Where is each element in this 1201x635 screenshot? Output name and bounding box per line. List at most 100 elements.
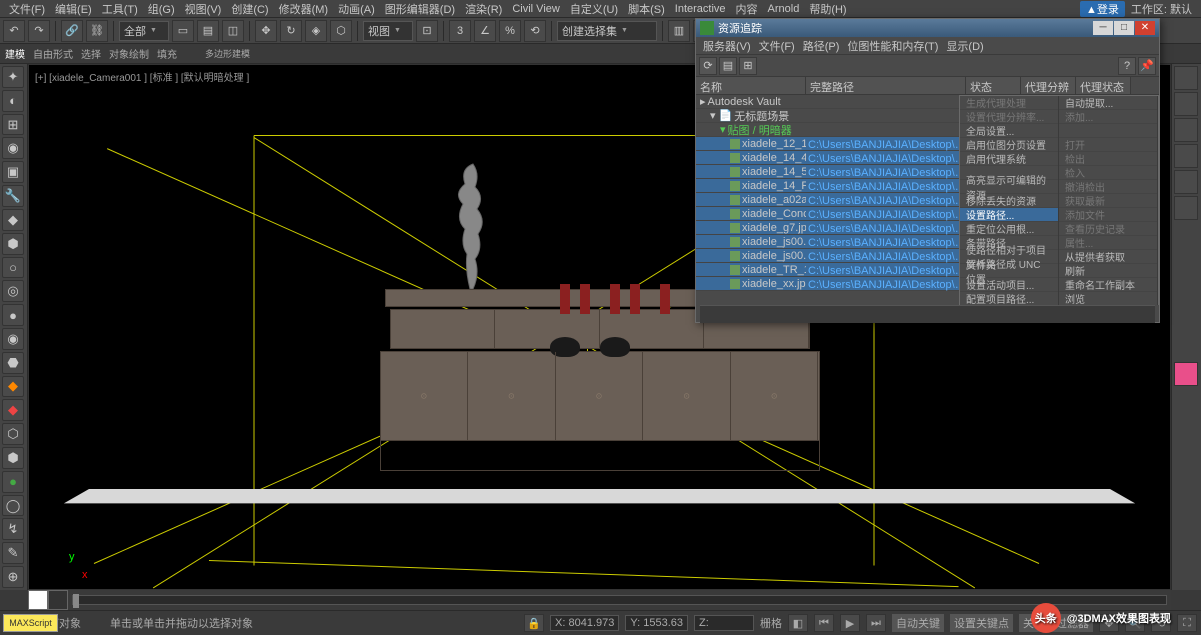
play-next-icon[interactable]: ⏭: [866, 614, 886, 632]
selection-set-dropdown[interactable]: 创建选择集: [557, 21, 657, 41]
menu-help[interactable]: 帮助(H): [805, 0, 850, 18]
time-track[interactable]: [72, 595, 1167, 605]
ctx-item[interactable]: 自动提取...: [1059, 96, 1157, 110]
undo-button[interactable]: ↶: [3, 20, 25, 42]
ribbon-selection[interactable]: 选择: [81, 46, 101, 61]
cp-modify-icon[interactable]: [1174, 92, 1198, 116]
autokey-button[interactable]: 自动关键: [892, 614, 944, 632]
coord-z[interactable]: Z:: [694, 615, 754, 631]
mirror-button[interactable]: ▥: [668, 20, 690, 42]
lt-icon-12[interactable]: ◉: [2, 328, 24, 350]
lt-icon-8[interactable]: ⬢: [2, 233, 24, 255]
maximize-button[interactable]: □: [1114, 21, 1134, 35]
at-menu-bitmap[interactable]: 位图性能和内存(T): [844, 38, 941, 54]
at-menu-file[interactable]: 文件(F): [756, 38, 798, 54]
ctx-item[interactable]: 从提供者获取: [1059, 250, 1157, 264]
lt-icon-13[interactable]: ⬣: [2, 352, 24, 374]
ctx-item[interactable]: 打开: [1059, 138, 1157, 152]
ctx-item[interactable]: 撤消检出: [1059, 180, 1157, 194]
lt-icon-20[interactable]: ↯: [2, 518, 24, 540]
ctx-item[interactable]: 属性...: [1059, 236, 1157, 250]
ctx-item[interactable]: 检入: [1059, 166, 1157, 180]
select-button[interactable]: ▭: [172, 20, 194, 42]
ctx-item[interactable]: 全局设置...: [960, 124, 1058, 138]
lt-display-icon[interactable]: ▣: [2, 161, 24, 183]
snap-button[interactable]: 3: [449, 20, 471, 42]
menu-render[interactable]: 渲染(R): [461, 0, 506, 18]
lt-icon-16[interactable]: ⬡: [2, 423, 24, 445]
nav-max-icon[interactable]: ⛶: [1177, 614, 1197, 632]
unlink-button[interactable]: ⛓: [86, 20, 108, 42]
login-button[interactable]: ▲登录: [1080, 1, 1125, 17]
lt-hierarchy-icon[interactable]: ⊞: [2, 114, 24, 136]
lt-icon-17[interactable]: ⬢: [2, 447, 24, 469]
ctx-item[interactable]: [1059, 124, 1157, 138]
menu-animation[interactable]: 动画(A): [334, 0, 379, 18]
coord-x[interactable]: X: 8041.973: [550, 615, 619, 631]
ctx-item[interactable]: 生成代理处理: [960, 96, 1058, 110]
ctx-item[interactable]: 启用位图分页设置: [960, 138, 1058, 152]
ctx-item[interactable]: 解析路径成 UNC 位置: [960, 264, 1058, 278]
at-titlebar[interactable]: 资源追踪 ─ □ ✕: [696, 19, 1159, 37]
lt-icon-15[interactable]: ◆: [2, 399, 24, 421]
ribbon-modeling[interactable]: 建模: [5, 46, 25, 61]
menu-custom[interactable]: 自定义(U): [566, 0, 622, 18]
link-button[interactable]: 🔗: [61, 20, 83, 42]
ctx-item[interactable]: 检出: [1059, 152, 1157, 166]
ctx-item[interactable]: 刷新: [1059, 264, 1157, 278]
filter-dropdown[interactable]: 全部: [119, 21, 169, 41]
percent-snap-button[interactable]: %: [499, 20, 521, 42]
ctx-item[interactable]: 配置项目路径...: [960, 292, 1058, 305]
cp-hierarchy-icon[interactable]: [1174, 118, 1198, 142]
select-region-button[interactable]: ◫: [222, 20, 244, 42]
color-swatch[interactable]: [1174, 362, 1198, 386]
lt-icon-21[interactable]: ✎: [2, 542, 24, 564]
lt-utilities-icon[interactable]: 🔧: [2, 185, 24, 207]
lt-modify-icon[interactable]: ◐: [2, 90, 24, 112]
time-slider[interactable]: 0 / 100: [28, 590, 1171, 610]
play-icon[interactable]: ▶: [840, 614, 860, 632]
rotate-button[interactable]: ↻: [280, 20, 302, 42]
setkey-button[interactable]: 设置关键点: [950, 614, 1013, 632]
ctx-item[interactable]: 获取最新: [1059, 194, 1157, 208]
lt-icon-22[interactable]: ⊕: [2, 566, 24, 588]
lt-icon-9[interactable]: ○: [2, 257, 24, 279]
menu-modifiers[interactable]: 修改器(M): [275, 0, 333, 18]
menu-arnold[interactable]: Arnold: [764, 2, 804, 16]
ribbon-populate[interactable]: 填充: [157, 46, 177, 61]
cp-motion-icon[interactable]: [1174, 144, 1198, 168]
lt-icon-11[interactable]: ●: [2, 304, 24, 326]
col-status[interactable]: 状态: [966, 77, 1021, 94]
menu-content[interactable]: 内容: [732, 0, 762, 18]
menu-civil[interactable]: Civil View: [508, 2, 563, 16]
move-button[interactable]: ✥: [255, 20, 277, 42]
at-menu-display[interactable]: 显示(D): [943, 38, 986, 54]
cp-display-icon[interactable]: [1174, 170, 1198, 194]
cp-utilities-icon[interactable]: [1174, 196, 1198, 220]
redo-button[interactable]: ↷: [28, 20, 50, 42]
lock-icon[interactable]: 🔒: [524, 614, 544, 632]
isolate-icon[interactable]: ◧: [788, 614, 808, 632]
viewport-label[interactable]: [+] [xiadele_Camera001 ] [标准 ] [默认明暗处理 ]: [35, 69, 249, 84]
ctx-item[interactable]: 查看历史记录: [1059, 222, 1157, 236]
col-name[interactable]: 名称: [696, 77, 806, 94]
ribbon-freeform[interactable]: 自由形式: [33, 46, 73, 61]
lt-motion-icon[interactable]: ◉: [2, 137, 24, 159]
at-menu-path[interactable]: 路径(P): [800, 38, 843, 54]
at-tool-highlight-icon[interactable]: ▤: [719, 57, 737, 75]
place-button[interactable]: ⬡: [330, 20, 352, 42]
play-prev-icon[interactable]: ⏮: [814, 614, 834, 632]
lt-icon-7[interactable]: ◆: [2, 209, 24, 231]
menu-graph[interactable]: 图形编辑器(D): [381, 0, 459, 18]
lt-icon-19[interactable]: ◯: [2, 495, 24, 517]
ctx-item[interactable]: 重命名工作副本: [1059, 278, 1157, 292]
scale-button[interactable]: ◈: [305, 20, 327, 42]
ctx-item[interactable]: 添加...: [1059, 110, 1157, 124]
swatch-white[interactable]: [28, 590, 48, 610]
menu-file[interactable]: 文件(F): [5, 0, 49, 18]
menu-interactive[interactable]: Interactive: [671, 2, 730, 16]
lt-create-icon[interactable]: ✦: [2, 66, 24, 88]
angle-snap-button[interactable]: ∠: [474, 20, 496, 42]
lt-icon-14[interactable]: ◆: [2, 376, 24, 398]
menu-tools[interactable]: 工具(T): [98, 0, 142, 18]
